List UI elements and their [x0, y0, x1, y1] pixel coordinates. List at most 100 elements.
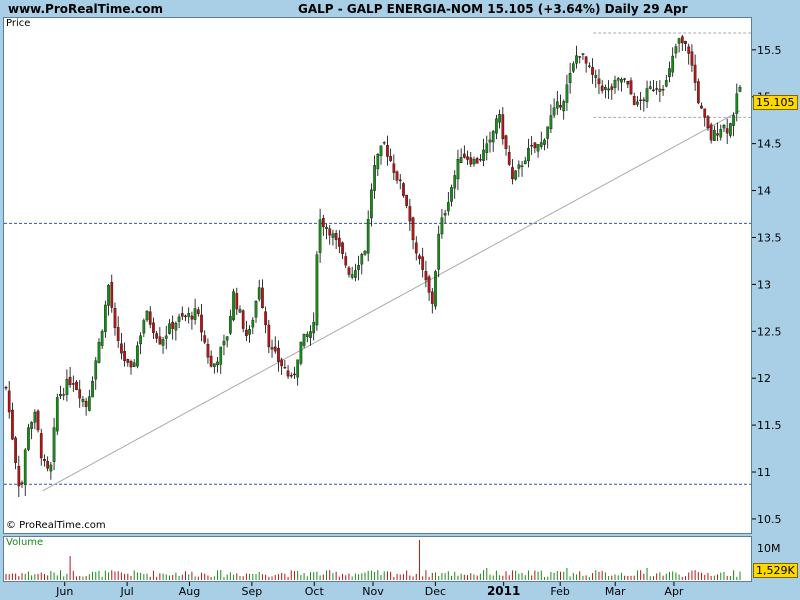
candle-body: [196, 309, 200, 314]
candle-body: [559, 105, 562, 108]
candle-body: [78, 389, 82, 399]
candle-body: [482, 149, 485, 161]
candle-body: [677, 38, 681, 44]
candle-body: [168, 323, 171, 334]
candle-body: [283, 366, 287, 369]
candle-body: [414, 242, 418, 254]
candle-body: [626, 81, 630, 85]
candle-body: [116, 327, 120, 341]
candle-body: [446, 202, 450, 212]
candle-body: [318, 219, 322, 253]
y-tick-label: 13.5: [757, 231, 782, 244]
candle-body: [491, 130, 495, 143]
candle-body: [658, 88, 662, 92]
candle-body: [212, 363, 216, 367]
candle-body: [732, 115, 735, 126]
candle-body: [267, 324, 271, 348]
candle-body: [479, 158, 482, 161]
candle-body: [466, 156, 469, 160]
candle-body: [94, 360, 98, 380]
candle-body: [440, 217, 444, 235]
candle-body: [664, 80, 668, 87]
candle-body: [709, 124, 713, 141]
candle-body: [62, 394, 66, 396]
candlestick-chart[interactable]: 10.51111.51212.51313.51414.51515.5JunJul…: [0, 0, 800, 600]
candle-body: [430, 291, 434, 304]
candle-body: [145, 310, 149, 321]
candle-body: [443, 212, 447, 216]
candle-body: [395, 171, 399, 181]
candle-body: [687, 46, 691, 54]
candle-body: [376, 153, 380, 170]
y-tick-label: 11: [757, 466, 771, 479]
candle-body: [225, 336, 229, 341]
candle-body: [527, 147, 530, 162]
candle-body: [642, 99, 646, 101]
x-tick-label: Dec: [425, 585, 446, 598]
candle-body: [703, 108, 707, 118]
candle-body: [700, 105, 703, 109]
candle-body: [52, 427, 56, 462]
candle-body: [206, 344, 210, 358]
candle-body: [184, 315, 187, 318]
candle-body: [562, 101, 566, 112]
candle-body: [523, 160, 527, 165]
candle-body: [379, 145, 383, 157]
y-tick-label: 14: [757, 185, 771, 198]
candle-body: [536, 144, 540, 152]
candle-body: [155, 333, 158, 339]
candle-body: [565, 84, 569, 103]
candle-body: [55, 397, 59, 432]
candle-body: [684, 40, 687, 45]
candle-body: [289, 375, 293, 377]
candle-body: [546, 126, 550, 139]
candle-body: [427, 276, 431, 293]
candle-body: [581, 53, 585, 55]
candle-body: [648, 86, 652, 89]
candle-body: [713, 129, 716, 141]
candle-body: [600, 85, 604, 91]
candle-body: [696, 81, 700, 104]
candle-body: [475, 158, 479, 164]
candle-body: [424, 271, 428, 281]
candle-body: [238, 309, 242, 313]
candle-body: [174, 322, 178, 331]
candle-body: [39, 433, 43, 459]
candle-body: [373, 165, 376, 191]
candle-body: [75, 381, 78, 390]
candle-body: [331, 233, 335, 238]
candle-body: [286, 370, 290, 377]
candle-body: [309, 331, 312, 338]
candle-body: [350, 274, 354, 278]
candle-body: [462, 153, 466, 158]
candle-body: [398, 179, 402, 182]
candle-body: [203, 335, 207, 343]
candle-body: [591, 67, 594, 75]
x-tick-label: Mar: [605, 585, 626, 598]
candle-body: [517, 164, 521, 169]
candle-body: [273, 346, 277, 352]
candle-body: [261, 287, 264, 309]
candle-body: [594, 75, 598, 78]
candle-body: [107, 285, 110, 306]
candle-body: [347, 267, 351, 275]
candle-body: [363, 250, 367, 255]
candle-body: [235, 293, 239, 310]
candle-body: [639, 99, 642, 102]
candle-body: [366, 219, 370, 254]
candle-body: [386, 145, 389, 157]
candle-body: [716, 133, 719, 136]
candle-body: [421, 256, 425, 270]
candle-body: [469, 157, 473, 165]
y-tick-label: 11.5: [757, 419, 782, 432]
candle-body: [680, 36, 684, 44]
last-volume-tag: 1,529K: [753, 563, 798, 578]
candle-body: [616, 78, 620, 81]
candle-body: [321, 218, 325, 228]
candle-body: [277, 348, 280, 362]
candle-body: [450, 187, 453, 202]
candle-body: [164, 335, 168, 339]
candle-body: [59, 394, 62, 397]
candle-body: [222, 340, 226, 346]
candle-body: [411, 217, 415, 241]
